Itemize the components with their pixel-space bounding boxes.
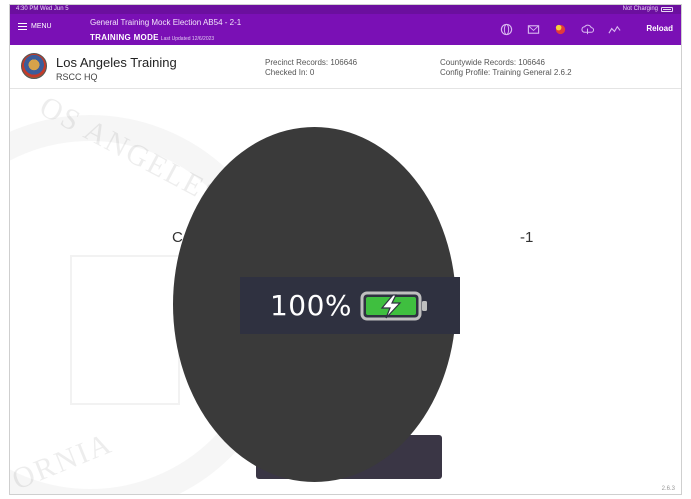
app-header: MENU General Training Mock Election AB54… [10,14,681,45]
precinct-records: Precinct Records: 106646 [265,58,358,67]
status-right: Not Charging [623,5,673,14]
mail-icon[interactable] [527,23,540,36]
county-seal-logo [21,53,47,79]
precinct-stats: Precinct Records: 106646 Checked In: 0 [265,58,357,78]
app-window: 4:30 PM Wed Jun 5 Not Charging MENU Gene… [9,4,682,495]
charging-battery-icon [360,291,428,320]
signal-icon[interactable] [608,23,621,36]
watermark-shield [70,255,180,405]
reload-button[interactable]: Reload [646,24,673,33]
menu-button[interactable]: MENU [18,23,52,30]
hamburger-icon [18,23,27,30]
status-time: 4:30 PM Wed Jun 5 [16,6,69,12]
training-mode-label: TRAINING MODE [90,33,159,42]
election-title: General Training Mock Election AB54 - 2-… [90,18,242,27]
countywide-records: Countywide Records: 106646 [440,58,545,67]
config-profile: Config Profile: Training General 2.6.2 [440,68,572,77]
last-updated-text: Last Updated 12/6/2023 [160,36,215,42]
upload-icon[interactable] [581,23,594,36]
status-bar: 4:30 PM Wed Jun 5 Not Charging [10,5,681,14]
menu-label: MENU [31,23,52,30]
checked-in-count: Checked In: 0 [265,68,315,77]
header-titles: General Training Mock Election AB54 - 2-… [90,18,241,45]
main-heading-right-fragment: -1 [520,229,534,246]
site-info-bar: Los Angeles Training RSCC HQ Precinct Re… [10,45,681,89]
globe-icon[interactable] [500,23,513,36]
site-code: RSCC HQ [56,72,98,82]
battery-percent: 100% [269,289,353,322]
countywide-stats: Countywide Records: 106646 Config Profil… [440,58,572,78]
notification-icon[interactable] [554,23,567,36]
site-name: Los Angeles Training [56,55,177,70]
status-battery-icon [661,7,673,12]
app-version: 2.6.3 [661,486,675,492]
header-icon-group [500,23,621,36]
battery-indicator: 100% [240,277,460,334]
charging-status-text: Not Charging [622,6,658,12]
